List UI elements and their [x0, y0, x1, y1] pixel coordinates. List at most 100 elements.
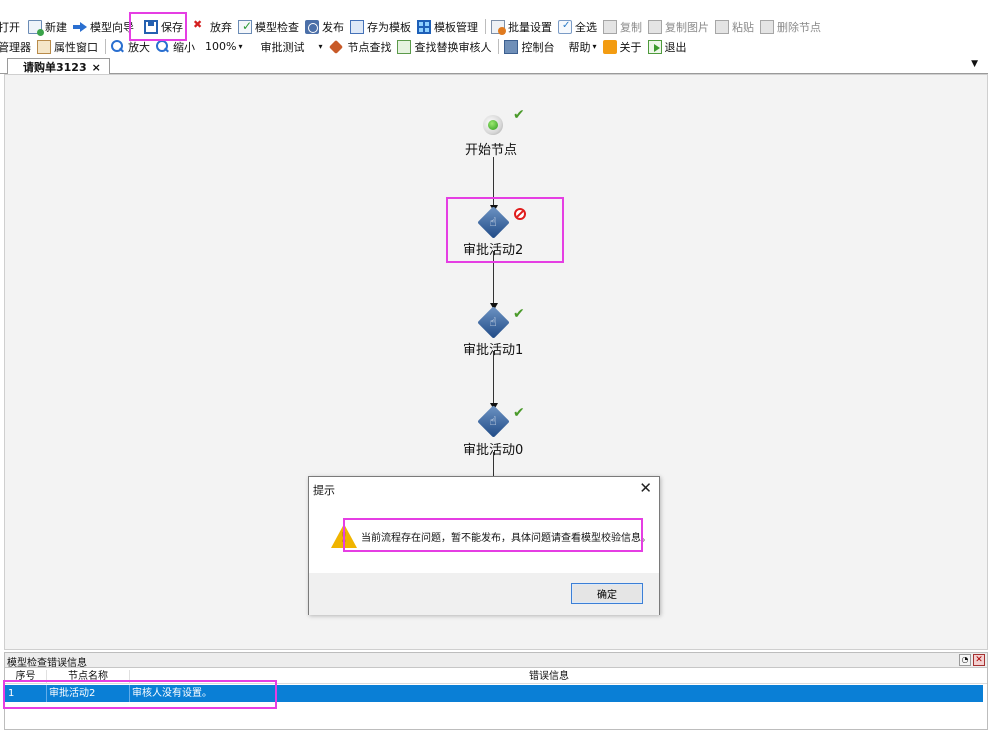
node-find-icon — [330, 40, 344, 54]
zoom-level-value: 100% — [205, 40, 237, 53]
delete-node-button[interactable]: 删除节点 — [760, 18, 821, 36]
pin-icon[interactable]: ◔ — [959, 654, 971, 666]
tab-label: 请购单3123 — [23, 60, 87, 74]
zoom-in-button[interactable]: 放大 — [111, 38, 150, 56]
exit-button[interactable]: 退出 — [647, 38, 687, 56]
console-button[interactable]: 控制台 — [504, 38, 554, 56]
template-manage-label: 模板管理 — [434, 20, 478, 34]
model-check-label: 模型检查 — [255, 20, 299, 34]
flow-connector — [493, 157, 494, 211]
property-window-button[interactable]: 属性窗口 — [37, 38, 98, 56]
property-window-label: 属性窗口 — [54, 40, 98, 54]
node-label-approval-0[interactable]: 审批活动0 — [463, 439, 523, 458]
table-row[interactable]: 1 审批活动2 审核人没有设置。 — [5, 685, 983, 702]
model-wizard-button[interactable]: 模型向导 — [73, 18, 134, 36]
copy-image-label: 复制图片 — [665, 20, 709, 34]
tab-menu-icon[interactable]: ▼ — [971, 59, 978, 69]
wizard-arrow-icon — [73, 20, 87, 34]
chevron-down-icon: ▾ — [238, 42, 243, 51]
manager-button[interactable]: 管理器 — [0, 38, 31, 56]
tab-close-icon[interactable]: × — [92, 60, 101, 75]
toolbar-main: 打开 新建 模型向导 保存 放弃 模型检查 发布 存为模板 模板管理 批量设置 … — [0, 17, 988, 36]
column-header-node[interactable]: 节点名称 — [47, 670, 130, 684]
discard-button[interactable]: 放弃 — [193, 18, 232, 36]
node-find-label: 节点查找 — [347, 40, 392, 54]
select-all-button[interactable]: 全选 — [558, 18, 597, 36]
status-error-icon — [514, 208, 526, 220]
error-panel-header: 模型检查错误信息 ◔ ✕ — [5, 653, 987, 669]
about-button[interactable]: 关于 — [602, 38, 642, 56]
batch-settings-label: 批量设置 — [508, 20, 552, 34]
node-label-approval-2[interactable]: 审批活动2 — [463, 239, 523, 258]
find-replace-reviewer-button[interactable]: 查找替换审核人 — [397, 38, 491, 56]
new-button[interactable]: 新建 — [28, 18, 67, 36]
chevron-down-icon: ▾ — [592, 42, 597, 51]
hand-pointer-icon: ☝ — [489, 215, 497, 229]
discard-button-label: 放弃 — [210, 20, 232, 34]
toolbar-separator — [485, 19, 486, 34]
approval-test-label: 审批测试 — [260, 40, 305, 54]
paste-button[interactable]: 粘贴 — [715, 18, 754, 36]
publish-icon — [305, 19, 319, 34]
paste-button-label: 粘贴 — [732, 20, 754, 34]
status-ok-icon: ✔ — [513, 405, 525, 421]
copy-button[interactable]: 复制 — [603, 18, 642, 36]
start-node-icon[interactable] — [483, 115, 503, 135]
copy-image-icon — [648, 19, 662, 34]
publish-button-label: 发布 — [322, 20, 344, 34]
toolbar-secondary: 管理器 属性窗口 放大 缩小 100% ▾ 审批测试 ▾ 节点查找 查找替换审核… — [0, 37, 988, 56]
column-header-index[interactable]: 序号 — [5, 670, 47, 684]
approval-test-dropdown[interactable]: 审批测试 ▾ — [260, 38, 322, 56]
alert-dialog: 提示 ✕ ! 当前流程存在问题，暂不能发布，具体问题请查看模型校验信息。 确定 — [308, 476, 660, 615]
manager-label: 管理器 — [0, 40, 31, 54]
node-label-approval-1[interactable]: 审批活动1 — [463, 339, 523, 358]
close-icon[interactable]: ✕ — [973, 654, 985, 666]
model-check-error-panel: 模型检查错误信息 ◔ ✕ 序号 节点名称 错误信息 1 审批活动2 审核人没有设… — [4, 652, 988, 730]
save-as-template-button[interactable]: 存为模板 — [350, 18, 411, 36]
help-label: 帮助 — [568, 40, 591, 54]
zoom-out-button[interactable]: 缩小 — [156, 38, 195, 56]
zoom-in-label: 放大 — [128, 40, 150, 54]
status-ok-icon: ✔ — [513, 306, 525, 322]
dialog-close-icon[interactable]: ✕ — [639, 479, 652, 497]
save-button[interactable]: 保存 — [144, 18, 183, 36]
dialog-message: 当前流程存在问题，暂不能发布，具体问题请查看模型校验信息。 — [361, 533, 651, 544]
dialog-ok-button[interactable]: 确定 — [571, 583, 643, 604]
new-button-label: 新建 — [45, 20, 67, 34]
help-dropdown[interactable]: 帮助 ▾ — [568, 38, 596, 56]
about-icon — [602, 39, 617, 54]
chevron-down-icon: ▾ — [318, 42, 323, 51]
open-button[interactable]: 打开 — [0, 18, 20, 36]
copy-image-button[interactable]: 复制图片 — [648, 18, 709, 36]
dialog-title: 提示 — [313, 484, 335, 497]
model-check-icon — [238, 19, 252, 34]
node-find-button[interactable]: 节点查找 — [330, 38, 391, 56]
model-wizard-label: 模型向导 — [90, 20, 134, 34]
column-header-message[interactable]: 错误信息 — [130, 670, 968, 684]
hand-pointer-icon: ☝ — [489, 315, 497, 329]
document-tab-strip: 请购单3123 × ▼ — [0, 58, 988, 75]
select-all-icon — [558, 19, 572, 34]
hand-pointer-icon: ☝ — [489, 414, 497, 428]
console-icon — [504, 39, 519, 54]
cell-node-name: 审批活动2 — [47, 685, 130, 702]
property-window-icon — [37, 39, 51, 54]
exit-icon — [647, 39, 662, 54]
batch-settings-button[interactable]: 批量设置 — [491, 18, 552, 36]
node-label-start[interactable]: 开始节点 — [465, 139, 517, 158]
tab-purchase-request[interactable]: 请购单3123 × — [7, 58, 110, 75]
zoom-level-dropdown[interactable]: 100% ▾ — [205, 38, 242, 56]
select-all-label: 全选 — [575, 20, 597, 34]
delete-node-icon — [760, 19, 774, 34]
toolbar-separator — [498, 39, 500, 54]
delete-node-label: 删除节点 — [777, 20, 821, 34]
zoom-in-icon — [111, 39, 125, 54]
template-manage-button[interactable]: 模板管理 — [417, 18, 478, 36]
cell-index: 1 — [8, 685, 47, 702]
model-check-button[interactable]: 模型检查 — [238, 18, 299, 36]
publish-button[interactable]: 发布 — [305, 18, 344, 36]
batch-settings-icon — [491, 19, 506, 35]
open-button-label: 打开 — [0, 20, 20, 34]
save-icon — [144, 19, 158, 34]
about-label: 关于 — [619, 40, 642, 54]
